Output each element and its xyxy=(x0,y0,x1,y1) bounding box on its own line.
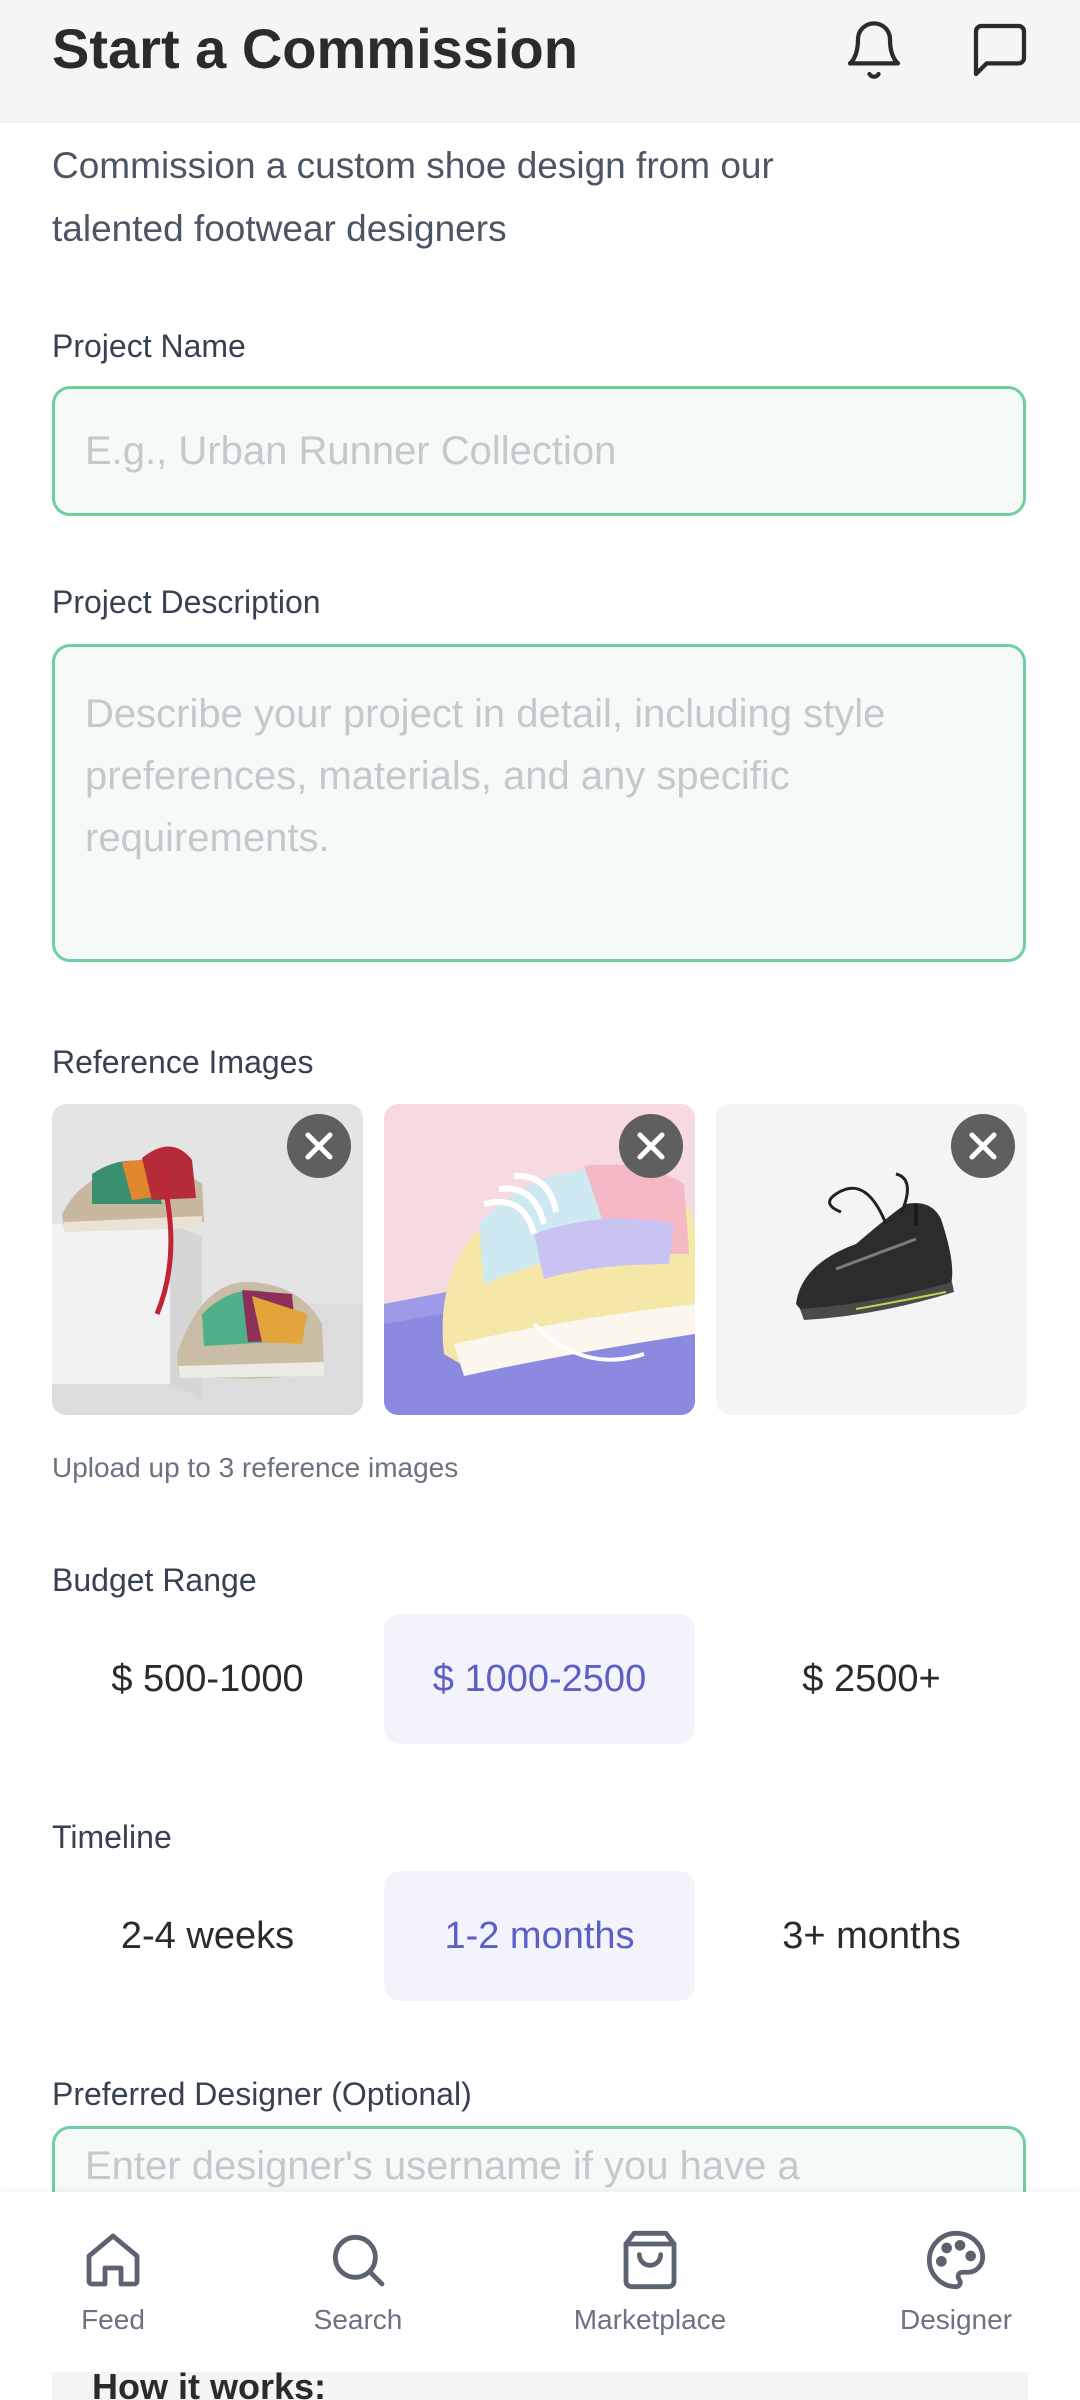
budget-range-label: Budget Range xyxy=(52,1562,257,1598)
timeline-label: Timeline xyxy=(52,1819,172,1855)
page-title: Start a Commission xyxy=(52,17,578,80)
nav-feed[interactable]: Feed xyxy=(0,2228,233,2336)
nav-search-label: Search xyxy=(313,2304,403,2335)
reference-image-1[interactable] xyxy=(52,1104,363,1415)
bell-icon[interactable] xyxy=(842,18,906,82)
remove-image-2-button[interactable] xyxy=(619,1114,683,1178)
reference-image-3[interactable] xyxy=(716,1104,1027,1415)
commission-form[interactable]: Commission a custom shoe design from our… xyxy=(0,122,1080,2192)
remove-image-1-button[interactable] xyxy=(287,1114,351,1178)
nav-feed-label: Feed xyxy=(81,2304,145,2335)
project-description-input[interactable] xyxy=(52,644,1026,962)
reference-images-label: Reference Images xyxy=(52,1044,314,1080)
budget-option-500-1000[interactable]: $ 500-1000 xyxy=(52,1614,363,1744)
timeline-option-3-plus-months[interactable]: 3+ months xyxy=(716,1871,1027,2001)
budget-option-1000-2500[interactable]: $ 1000-2500 xyxy=(384,1614,695,1744)
preferred-designer-label: Preferred Designer (Optional) xyxy=(52,2076,472,2112)
close-icon xyxy=(637,1132,665,1160)
project-name-input[interactable] xyxy=(52,386,1026,516)
reference-image-2[interactable] xyxy=(384,1104,695,1415)
preferred-designer-input[interactable] xyxy=(52,2126,1026,2192)
reference-images-hint: Upload up to 3 reference images xyxy=(52,1452,459,1483)
how-it-works-card: How it works: xyxy=(52,2372,1028,2400)
bottom-navigation: Feed Search Marketplace Designer xyxy=(0,2192,1080,2372)
timeline-option-2-4-weeks[interactable]: 2-4 weeks xyxy=(52,1871,363,2001)
top-app-bar: Start a Commission xyxy=(0,0,1080,123)
nav-marketplace-label: Marketplace xyxy=(573,2304,727,2335)
palette-icon xyxy=(926,2230,986,2290)
timeline-option-1-2-months[interactable]: 1-2 months xyxy=(384,1871,695,2001)
search-icon xyxy=(332,2234,385,2287)
remove-image-3-button[interactable] xyxy=(951,1114,1015,1178)
nav-designer[interactable]: Designer xyxy=(836,2228,1076,2336)
how-it-works-heading: How it works: xyxy=(92,2372,327,2400)
close-icon xyxy=(969,1132,997,1160)
chat-icon[interactable] xyxy=(968,18,1032,82)
close-icon xyxy=(305,1132,333,1160)
budget-option-2500-plus[interactable]: $ 2500+ xyxy=(716,1614,1027,1744)
project-name-label: Project Name xyxy=(52,328,246,364)
home-icon xyxy=(86,2233,140,2287)
how-it-works-peek: How it works: xyxy=(0,2372,1080,2400)
nav-designer-label: Designer xyxy=(899,2304,1013,2335)
shopping-bag-icon xyxy=(623,2230,677,2290)
nav-marketplace[interactable]: Marketplace xyxy=(530,2228,770,2336)
nav-search[interactable]: Search xyxy=(238,2228,478,2336)
intro-text: Commission a custom shoe design from our… xyxy=(52,145,774,249)
project-description-label: Project Description xyxy=(52,584,321,620)
